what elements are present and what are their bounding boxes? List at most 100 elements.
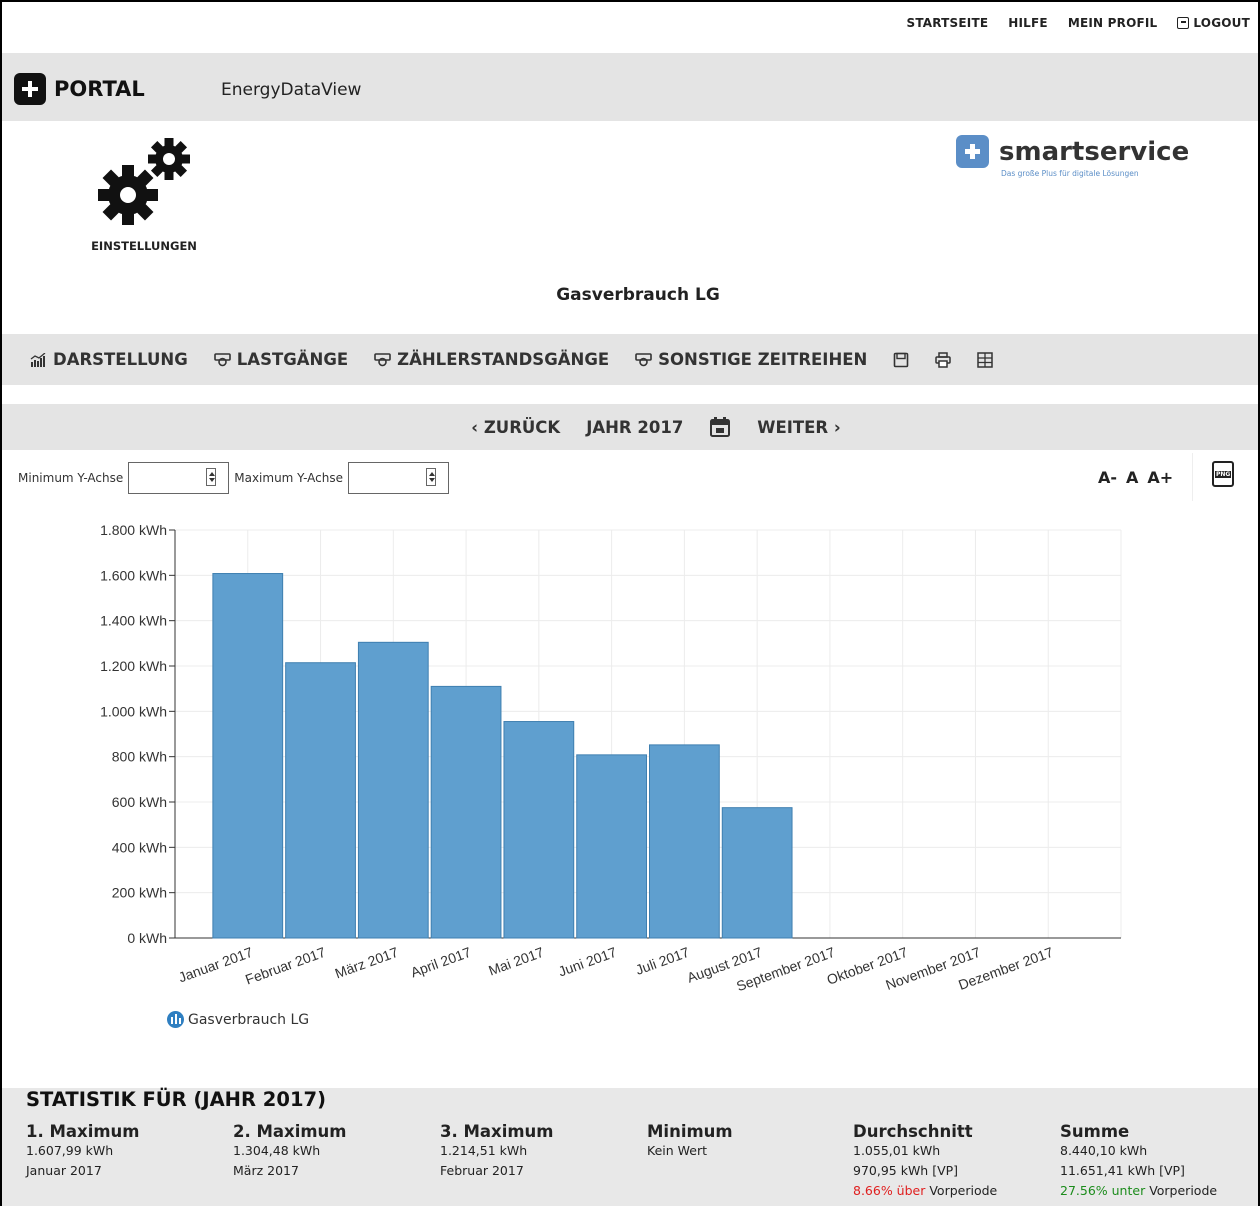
y-tick-label: 1.200 kWh xyxy=(100,658,167,674)
app-frame: STARTSEITE HILFE MEIN PROFIL LOGOUT PORT… xyxy=(0,0,1260,1206)
max-y-spinner-icon[interactable] xyxy=(425,468,436,486)
settings-label: EINSTELLUNGEN xyxy=(91,239,197,253)
statistics-title: STATISTIK FÜR (JAHR 2017) xyxy=(26,1088,326,1111)
stat-change-text: Vorperiode xyxy=(1145,1183,1218,1198)
tab-sonstige-zeitreihen[interactable]: SONSTIGE ZEITREIHEN xyxy=(635,350,867,369)
table-icon[interactable] xyxy=(977,351,994,368)
tab-zaehlerstandsgaenge-label: ZÄHLERSTANDSGÄNGE xyxy=(397,350,610,369)
stat-comparison: 27.56% unter Vorperiode xyxy=(1060,1181,1217,1201)
min-y-spinner-icon[interactable] xyxy=(206,468,217,486)
x-tick-label: Juni 2017 xyxy=(556,944,619,980)
font-larger-button[interactable]: A+ xyxy=(1147,468,1173,487)
nav-home-link[interactable]: STARTSEITE xyxy=(906,16,988,30)
stat-heading: Durchschnitt xyxy=(853,1122,973,1141)
stat-change-percent: 27.56% unter xyxy=(1060,1183,1146,1198)
stat-change-text: Vorperiode xyxy=(925,1183,998,1198)
meter-icon xyxy=(213,352,231,366)
font-normal-button[interactable]: A xyxy=(1126,468,1138,487)
bar-chart: 0 kWh 200 kWh 400 kWh 600 kWh 800 kWh 1.000 k… xyxy=(100,522,1122,994)
stat-value: 8.440,10 kWh xyxy=(1060,1143,1148,1158)
x-tick-label: April 2017 xyxy=(408,944,473,981)
min-y-input[interactable] xyxy=(128,462,230,494)
legend-label: Gasverbrauch LG xyxy=(188,1011,310,1028)
x-tick-label: März 2017 xyxy=(333,944,401,982)
page-title: Gasverbrauch LG xyxy=(556,285,720,305)
font-size-controls: A- A A+ xyxy=(1098,468,1173,487)
nav-logout-link[interactable]: LOGOUT xyxy=(1177,16,1250,30)
x-tick-label: Mai 2017 xyxy=(486,944,546,979)
y-axis-controls: Minimum Y-Achse Maximum Y-Achse xyxy=(18,462,449,494)
logout-icon xyxy=(1177,17,1190,29)
stat-value: 1.304,48 kWh xyxy=(233,1143,321,1158)
tab-darstellung[interactable]: DARSTELLUNG xyxy=(30,350,188,369)
settings-button[interactable]: EINSTELLUNGEN xyxy=(88,135,200,253)
stat-heading: 2. Maximum xyxy=(233,1122,347,1141)
statistics-panel: STATISTIK FÜR (JAHR 2017) 1. Maximum 1.6… xyxy=(2,1088,1258,1206)
stat-heading: 3. Maximum xyxy=(440,1122,554,1141)
save-icon[interactable] xyxy=(893,352,909,368)
legend-bar-icon xyxy=(167,1011,184,1028)
stat-max2: 2. Maximum 1.304,48 kWh März 2017 xyxy=(233,1121,346,1181)
chart-legend-item[interactable]: Gasverbrauch LG xyxy=(167,1011,309,1028)
tab-lastgaenge-label: LASTGÄNGE xyxy=(236,350,349,369)
bar-chart-icon xyxy=(30,352,46,367)
y-tick-label: 1.000 kWh xyxy=(100,703,167,719)
tab-darstellung-label: DARSTELLUNG xyxy=(53,350,188,369)
meter-icon xyxy=(635,352,652,366)
period-next-button[interactable]: WEITER › xyxy=(757,418,840,437)
portal-header: PORTAL EnergyDataView xyxy=(2,53,1258,121)
chart-toolbar: DARSTELLUNG LASTGÄNGE ZÄHLERSTANDSGÄNGE … xyxy=(2,334,1258,385)
portal-logo[interactable]: PORTAL xyxy=(14,73,145,105)
brand-name: smartservice xyxy=(999,136,1190,167)
stat-value: 1.055,01 kWh xyxy=(853,1143,941,1158)
stat-heading: Minimum xyxy=(647,1122,733,1141)
max-y-input[interactable] xyxy=(347,462,449,494)
tab-sonstige-label: SONSTIGE ZEITREIHEN xyxy=(658,350,868,369)
top-navigation: STARTSEITE HILFE MEIN PROFIL LOGOUT xyxy=(906,16,1250,30)
chart-bar xyxy=(503,721,575,939)
y-tick-label: 800 kWh xyxy=(112,749,167,765)
portal-logo-text: PORTAL xyxy=(54,77,145,101)
stat-heading: Summe xyxy=(1060,1122,1130,1141)
nav-profile-link[interactable]: MEIN PROFIL xyxy=(1068,16,1158,30)
stat-max1: 1. Maximum 1.607,99 kWh Januar 2017 xyxy=(26,1121,139,1181)
stat-change-percent: 8.66% über xyxy=(853,1183,926,1198)
y-tick-label: 1.400 kWh xyxy=(100,613,167,629)
x-tick-label: Januar 2017 xyxy=(176,944,255,986)
plus-icon xyxy=(14,73,46,105)
tab-zaehlerstandsgaenge[interactable]: ZÄHLERSTANDSGÄNGE xyxy=(374,350,609,369)
stat-sum: Summe 8.440,10 kWh 11.651,41 kWh [VP] 27… xyxy=(1060,1121,1217,1201)
tab-lastgaenge[interactable]: LASTGÄNGE xyxy=(213,350,349,369)
chart-bar xyxy=(357,641,429,939)
gears-icon xyxy=(98,138,190,225)
stat-minimum: Minimum Kein Wert xyxy=(647,1121,733,1161)
stat-period: März 2017 xyxy=(233,1163,299,1178)
png-file-icon: PNG xyxy=(1212,461,1234,487)
stat-value: 1.607,99 kWh xyxy=(26,1143,114,1158)
max-y-label: Maximum Y-Achse xyxy=(234,471,343,485)
png-export-button[interactable]: PNG xyxy=(1192,453,1258,501)
x-tick-label: Februar 2017 xyxy=(243,944,328,988)
min-y-label: Minimum Y-Achse xyxy=(18,471,124,485)
chart-bar xyxy=(285,662,356,939)
chart-bar xyxy=(576,754,648,939)
stat-max3: 3. Maximum 1.214,51 kWh Februar 2017 xyxy=(440,1121,553,1181)
stat-value: 1.214,51 kWh xyxy=(440,1143,528,1158)
png-label: PNG xyxy=(1215,471,1232,478)
font-smaller-button[interactable]: A- xyxy=(1098,468,1117,487)
period-back-button[interactable]: ‹ ZURÜCK xyxy=(471,418,560,437)
y-tick-label: 0 kWh xyxy=(127,930,167,946)
meter-icon xyxy=(374,352,391,366)
stat-heading: 1. Maximum xyxy=(26,1122,140,1141)
nav-help-link[interactable]: HILFE xyxy=(1008,16,1048,30)
calendar-icon[interactable] xyxy=(709,416,731,438)
print-icon[interactable] xyxy=(935,351,952,368)
stat-period: Januar 2017 xyxy=(26,1163,102,1178)
period-current-button[interactable]: JAHR 2017 xyxy=(586,418,683,437)
chart-bar xyxy=(649,744,720,939)
stat-previous-value: 970,95 kWh [VP] xyxy=(853,1163,959,1178)
chart-bar xyxy=(721,807,793,939)
y-tick-label: 1.600 kWh xyxy=(100,567,167,583)
x-tick-label: Juli 2017 xyxy=(633,944,691,978)
y-tick-label: 200 kWh xyxy=(112,885,167,901)
